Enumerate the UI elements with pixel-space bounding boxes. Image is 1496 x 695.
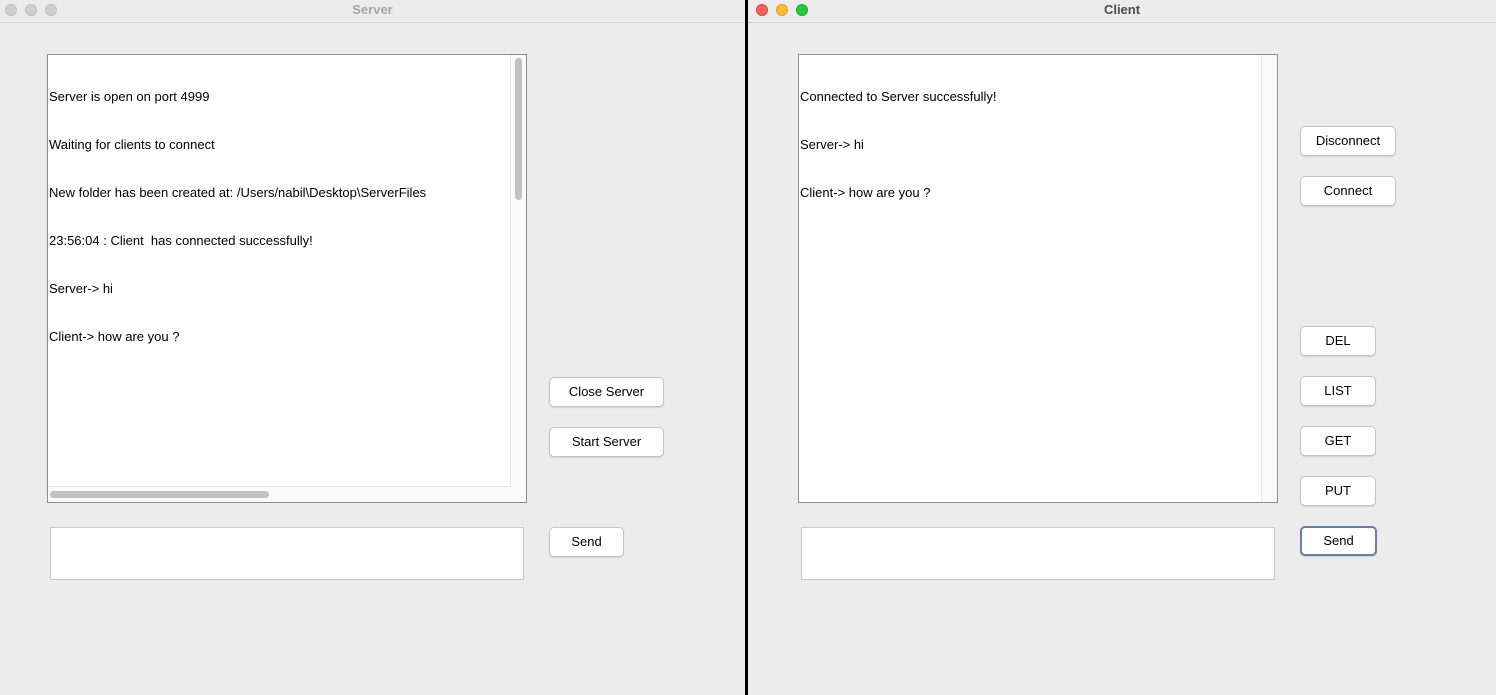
client-log: Connected to Server successfully! Server… [800, 57, 997, 233]
horizontal-scrollbar[interactable] [48, 486, 510, 502]
disconnect-button[interactable]: Disconnect [1300, 126, 1396, 156]
put-button[interactable]: PUT [1300, 476, 1376, 506]
server-send-button[interactable]: Send [549, 527, 624, 557]
server-window: Server Server is open on port 4999 Waiti… [0, 0, 745, 695]
client-message-input[interactable] [801, 527, 1275, 580]
log-line: 23:56:04 : Client has connected successf… [49, 233, 313, 248]
log-line: Client-> how are you ? [800, 185, 931, 200]
log-line: Waiting for clients to connect [49, 137, 215, 152]
window-title: Server [352, 2, 393, 17]
server-log-area[interactable]: Server is open on port 4999 Waiting for … [47, 54, 527, 503]
log-line: Client-> how are you ? [49, 329, 180, 344]
window-title: Client [1103, 2, 1141, 17]
log-line: Server-> hi [49, 281, 113, 296]
get-button[interactable]: GET [1300, 426, 1376, 456]
del-button[interactable]: DEL [1300, 326, 1376, 356]
vertical-scroll-thumb[interactable] [515, 58, 522, 200]
client-window: Client Connected to Server successfully!… [748, 0, 1496, 695]
close-server-button[interactable]: Close Server [549, 377, 664, 407]
server-message-input[interactable] [50, 527, 524, 580]
start-server-button[interactable]: Start Server [549, 427, 664, 457]
log-line: Server is open on port 4999 [49, 89, 210, 104]
horizontal-scroll-thumb[interactable] [50, 491, 269, 498]
list-button[interactable]: LIST [1300, 376, 1376, 406]
vertical-scrollbar[interactable] [1261, 55, 1277, 502]
client-send-button[interactable]: Send [1300, 526, 1377, 556]
log-line: Connected to Server successfully! [800, 89, 997, 104]
server-titlebar[interactable]: Server [0, 0, 745, 23]
connect-button[interactable]: Connect [1300, 176, 1396, 206]
client-log-area[interactable]: Connected to Server successfully! Server… [798, 54, 1278, 503]
vertical-scrollbar[interactable] [510, 55, 526, 487]
log-line: Server-> hi [800, 137, 864, 152]
client-titlebar[interactable]: Client [748, 0, 1496, 23]
scroll-corner [510, 487, 526, 502]
server-log: Server is open on port 4999 Waiting for … [49, 57, 426, 377]
log-line: New folder has been created at: /Users/n… [49, 185, 427, 200]
